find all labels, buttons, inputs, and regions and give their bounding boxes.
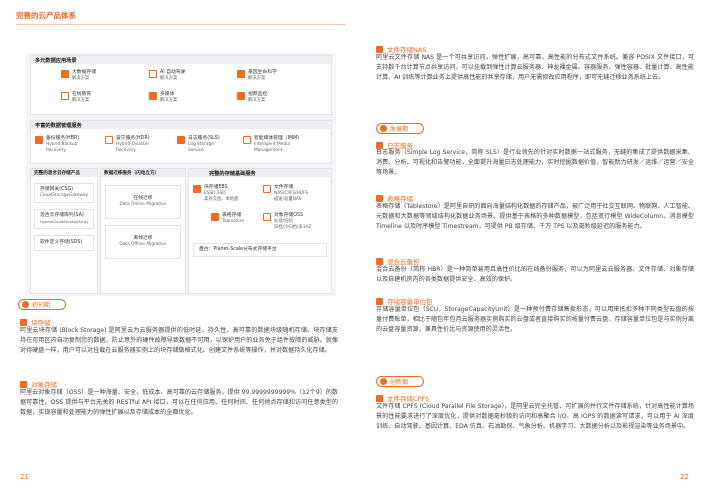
page-number-left: 21 [20,473,29,481]
storage-tablestore: 表格存储 Tablestore [211,213,244,225]
scenario-multimedia: 多媒体 解决方案 [149,92,177,104]
object-storage-icon [263,213,271,221]
product-architecture-diagram: 多元数据应用场景 大数据存储 解决方案 AI 自动驾驶 解决方案 基因生命科学 解决方… [26,53,336,296]
offline-migration-box: 离线迁移 Data Offline Migration [105,225,181,259]
block-storage-icon [20,318,27,326]
hybrid-cloud-panel: 完整的混合云存储产品 存储网关(CSG) CloudStorageGateway … [30,168,98,294]
tablestore-paragraph: 表格存储（Tablestore）是阿里自研的面向海量结构化数据的存储产品，被广泛… [376,203,694,231]
scu-paragraph: 存储容量单位包（SCU，StorageCapacityUnit）是一种预付费存储… [376,306,694,334]
nas-paragraph: 阿里云文件存储 NAS 是一个可共享访问，弹性扩展，高可靠，高性能的分布式文件系… [376,54,694,82]
object-storage-icon [20,380,27,388]
file-storage-icon [376,45,383,53]
block-storage-paragraph: 阿里云块存储 (Block Storage) 是阿里云为云服务器提供的低时延、持… [20,327,338,355]
ai-car-icon [149,70,157,78]
dna-icon [237,70,245,78]
table-storage-icon [211,213,219,221]
media-icon [243,136,251,144]
panel-title: 丰富的数据管理服务 [35,123,82,129]
sa-box: 混合云存储阵列(SA) HybridCloudStorageArray [34,209,94,229]
page-number-right: 22 [680,473,689,481]
scenario-video-surveillance: 视频监控 解决方案 [237,92,267,104]
backup-icon [376,257,383,265]
scenarios-panel: 多元数据应用场景 大数据存储 解决方案 AI 自动驾驶 解决方案 基因生命科学 解决方… [30,55,332,115]
sds-box: 软件定义存储(SDS) [34,235,94,251]
migration-panel: 数据迁移服务（闪电立方） 在线迁移 Data Online Migration 离… [100,168,186,294]
data-management-panel: 丰富的数据管理服务 备份服务(HBR) Hybrid Backup Recovery… [30,120,332,164]
phase-pill-startup: 初创期 [18,299,66,310]
panel-title: 多元数据应用场景 [35,58,77,64]
block-storage-icon [193,185,201,193]
education-icon [61,92,69,100]
phase-pill-innovation: 创新期 [376,376,424,387]
storage-nas: 文件存储 NAS/CPFS/HDFS 极速/容量NAS [263,185,308,202]
backup-icon [35,136,43,144]
parallel-file-icon [376,394,383,402]
multimedia-icon [149,92,157,100]
service-imm: 智能媒体管理（IMM) Intelligent Media Management [243,136,299,153]
storage-ebs: 块存储EBS ESSD,SSD 高效云盘、本地盘 [193,185,238,202]
file-storage-icon [263,185,271,193]
camera-icon [237,92,245,100]
table-storage-icon [376,194,383,202]
storage-oss: 对象存储OSS 标准/低频 归档/冷归档/多3AZ [263,213,311,230]
cpfs-paragraph: 文件存储 CPFS (Cloud Parallel File Storage)，… [376,403,694,431]
pangu-platform-bar: 盘古：Planet-Scale分布式存储平台 [193,243,327,257]
panel-title: 完整的存储基础服务 [209,171,256,177]
service-hdr: 容灾服务(HDR) Hybrid Disaster Recovery [105,136,150,153]
disaster-recovery-icon [105,136,113,144]
storage-foundation-panel: 完整的存储基础服务 块存储EBS ESSD,SSD 高效云盘、本地盘 文件存储 NAS… [188,168,332,294]
service-sls: 日志服务(SLS) Log Storage Service [177,136,220,153]
header-divider [16,24,346,25]
page-header-title: 完善的云产品体系 [16,11,76,20]
scenario-big-data: 大数据存储 解决方案 [61,70,96,82]
innovation-icon [380,378,387,385]
capacity-unit-icon [376,297,383,305]
scenario-ai-driving: AI 自动驾驶 解决方案 [149,70,185,82]
online-migration-box: 在线迁移 Data Online Migration [105,185,181,219]
big-data-icon [61,70,69,78]
panel-title: 数据迁移服务（闪电立方） [104,171,160,176]
service-hbr: 备份服务(HBR) Hybrid Backup Recovery [35,136,79,153]
phase-pill-growth: 发展期 [376,123,424,134]
lightbulb-icon [22,301,29,308]
growth-icon [380,125,387,132]
scenario-genomics: 基因生命科学 解决方案 [237,70,277,82]
scenario-education: 在线教育 解决方案 [61,92,91,104]
panel-title: 完整的混合云存储产品 [34,171,80,176]
hbr-paragraph: 混合云备份（简称 HBR）是一种简单易用且高性价比的在线备份服务，可以为阿里云云… [376,266,694,284]
log-icon [177,136,185,144]
sls-paragraph: 日志服务（Simple Log Service，简称 SLS）是行业领先的针对实… [376,149,694,177]
object-storage-paragraph: 阿里云对象存储（OSS）是一种海量、安全、低成本、高可靠的云存储服务，提供 99… [20,389,339,417]
csg-box: 存储网关(CSG) CloudStorageGateway [34,183,94,203]
